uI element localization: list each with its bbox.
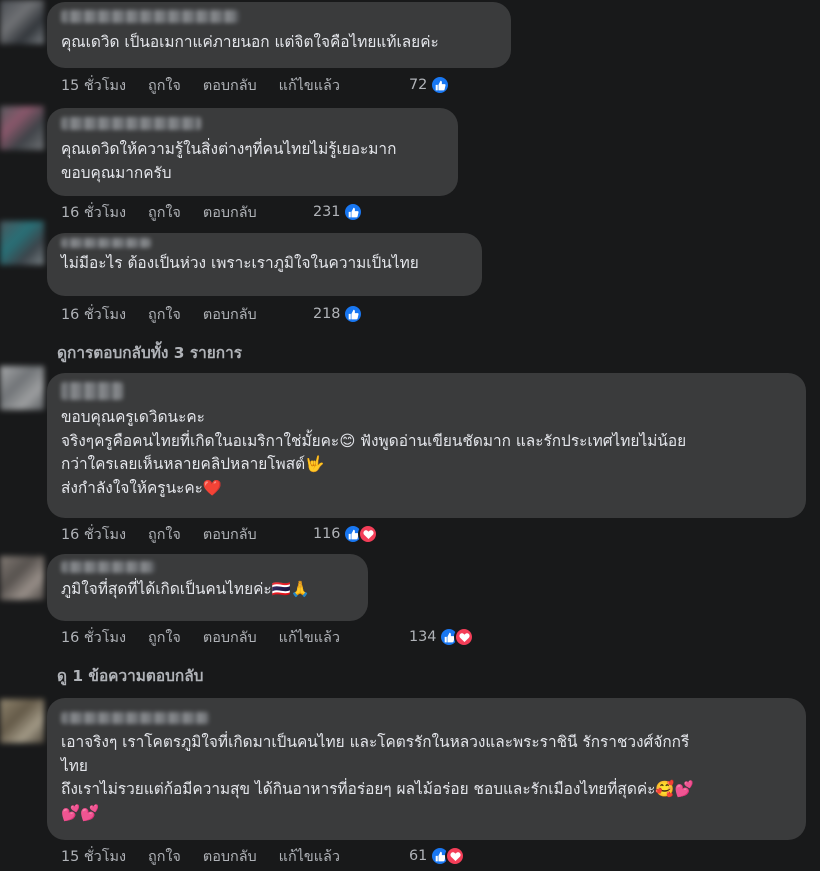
comment-bubble: เอาจริงๆ เราโคตรภูมิใจที่เกิดมาเป็นคนไทย… [47,698,806,840]
comment-bubble: ขอบคุณครูเดวิดนะคะ จริงๆครูคือคนไทยที่เก… [47,373,806,518]
edited-label: แก้ไขแล้ว [278,77,340,94]
reply-button[interactable]: ตอบกลับ [203,845,257,868]
reply-button[interactable]: ตอบกลับ [203,523,257,546]
reaction-count: 116 [313,526,341,542]
comment-bubble: ไม่มีอะไร ต้องเป็นห่วง เพราะเราภูมิใจในค… [47,233,482,296]
comment-time: 16 ชั่วโมง [61,306,126,323]
reaction-count: 218 [313,306,341,322]
comment-text-line: คุณเดวิด เป็นอเมกาแค่ภายนอก แต่จิตใจคือไ… [61,33,439,51]
edited-label: แก้ไขแล้ว [278,629,340,646]
comment-bubble: คุณเดวิดให้ความรู้ในสิ่งต่างๆที่คนไทยไม่… [47,108,458,196]
like-button[interactable]: ถูกใจ [148,303,181,326]
comment-text-line: ภูมิใจที่สุดที่ได้เกิดเป็นคนไทยค่ะ🇹🇭🙏 [61,580,310,598]
reaction-summary[interactable]: 61 [409,844,466,868]
like-reaction-icon [430,75,451,95]
edited-label: แก้ไขแล้ว [278,848,340,865]
reaction-summary[interactable]: 231 [313,200,364,224]
like-button[interactable]: ถูกใจ [148,74,181,97]
like-button[interactable]: ถูกใจ [148,523,181,546]
avatar[interactable] [0,366,44,410]
love-reaction-icon [358,524,379,544]
like-reaction-icon [343,202,364,222]
reply-button[interactable]: ตอบกลับ [203,303,257,326]
commenter-name-blurred[interactable] [61,117,201,130]
avatar[interactable] [0,699,44,743]
commenter-name-blurred[interactable] [61,238,151,248]
like-reaction-icon [343,304,364,324]
avatar[interactable] [0,221,44,265]
like-button[interactable]: ถูกใจ [148,845,181,868]
reaction-count: 61 [409,848,428,864]
comment-time: 15 ชั่วโมง [61,77,126,94]
avatar[interactable] [0,556,44,600]
reaction-summary[interactable]: 134 [409,625,475,649]
comment-text-line: กว่าใครเลยเห็นหลายคลิปหลายโพสต์🤟 [61,455,325,473]
view-replies-link[interactable]: ดู 1 ข้อความตอบกลับ [57,663,203,688]
reaction-count: 134 [409,629,437,645]
comment-actions: 16 ชั่วโมง ถูกใจ ตอบกลับ [61,522,279,546]
reply-button[interactable]: ตอบกลับ [203,201,257,224]
comment-text-line: ถึงเราไม่รวยแต่ก้อมีความสุข ได้กินอาหารท… [61,780,694,798]
love-reaction-icon [445,846,466,866]
comment-text-line: ขอบคุณครูเดวิดนะคะ [61,408,205,426]
comment-time: 16 ชั่วโมง [61,204,126,221]
commenter-name-blurred[interactable] [61,561,155,573]
reaction-count: 231 [313,204,341,220]
comment-bubble: ภูมิใจที่สุดที่ได้เกิดเป็นคนไทยค่ะ🇹🇭🙏 [47,554,368,621]
like-button[interactable]: ถูกใจ [148,201,181,224]
comment-text-line: คุณเดวิดให้ความรู้ในสิ่งต่างๆที่คนไทยไม่… [61,140,397,158]
comment-time: 15 ชั่วโมง [61,848,126,865]
comment-actions: 15 ชั่วโมง ถูกใจ ตอบกลับ แก้ไขแล้ว [61,844,362,868]
comment-bubble: คุณเดวิด เป็นอเมกาแค่ภายนอก แต่จิตใจคือไ… [47,2,511,68]
comment-text-line: ขอบคุณมากครับ [61,163,172,182]
reaction-summary[interactable]: 116 [313,522,379,546]
comment-time: 16 ชั่วโมง [61,629,126,646]
commenter-name-blurred[interactable] [61,382,123,400]
like-button[interactable]: ถูกใจ [148,626,181,649]
avatar[interactable] [0,106,44,150]
comment-text-line: ไทย [61,756,88,775]
comment-actions: 16 ชั่วโมง ถูกใจ ตอบกลับ [61,302,279,326]
avatar[interactable] [0,0,44,44]
reaction-summary[interactable]: 218 [313,302,364,326]
reply-button[interactable]: ตอบกลับ [203,626,257,649]
view-replies-link[interactable]: ดูการตอบกลับทั้ง 3 รายการ [57,340,242,365]
comment-text-line: ส่งกำลังใจให้ครูนะคะ❤️ [61,478,223,497]
comment-actions: 16 ชั่วโมง ถูกใจ ตอบกลับ แก้ไขแล้ว [61,625,362,649]
reaction-count: 72 [409,77,428,93]
comment-text-line: จริงๆครูคือคนไทยที่เกิดในอเมริกาใช่มั้ยค… [61,431,687,450]
comment-text-line: 💕💕 [61,803,100,822]
comment-time: 16 ชั่วโมง [61,526,126,543]
reply-button[interactable]: ตอบกลับ [203,74,257,97]
comment-actions: 15 ชั่วโมง ถูกใจ ตอบกลับ แก้ไขแล้ว [61,73,362,97]
comment-text-line: ไม่มีอะไร ต้องเป็นห่วง เพราะเราภูมิใจในค… [61,254,419,272]
reaction-summary[interactable]: 72 [409,73,451,97]
commenter-name-blurred[interactable] [61,712,209,724]
commenter-name-blurred[interactable] [61,10,239,23]
comment-text-line: เอาจริงๆ เราโคตรภูมิใจที่เกิดมาเป็นคนไทย… [61,733,690,751]
comment-actions: 16 ชั่วโมง ถูกใจ ตอบกลับ [61,200,279,224]
love-reaction-icon [454,627,475,647]
